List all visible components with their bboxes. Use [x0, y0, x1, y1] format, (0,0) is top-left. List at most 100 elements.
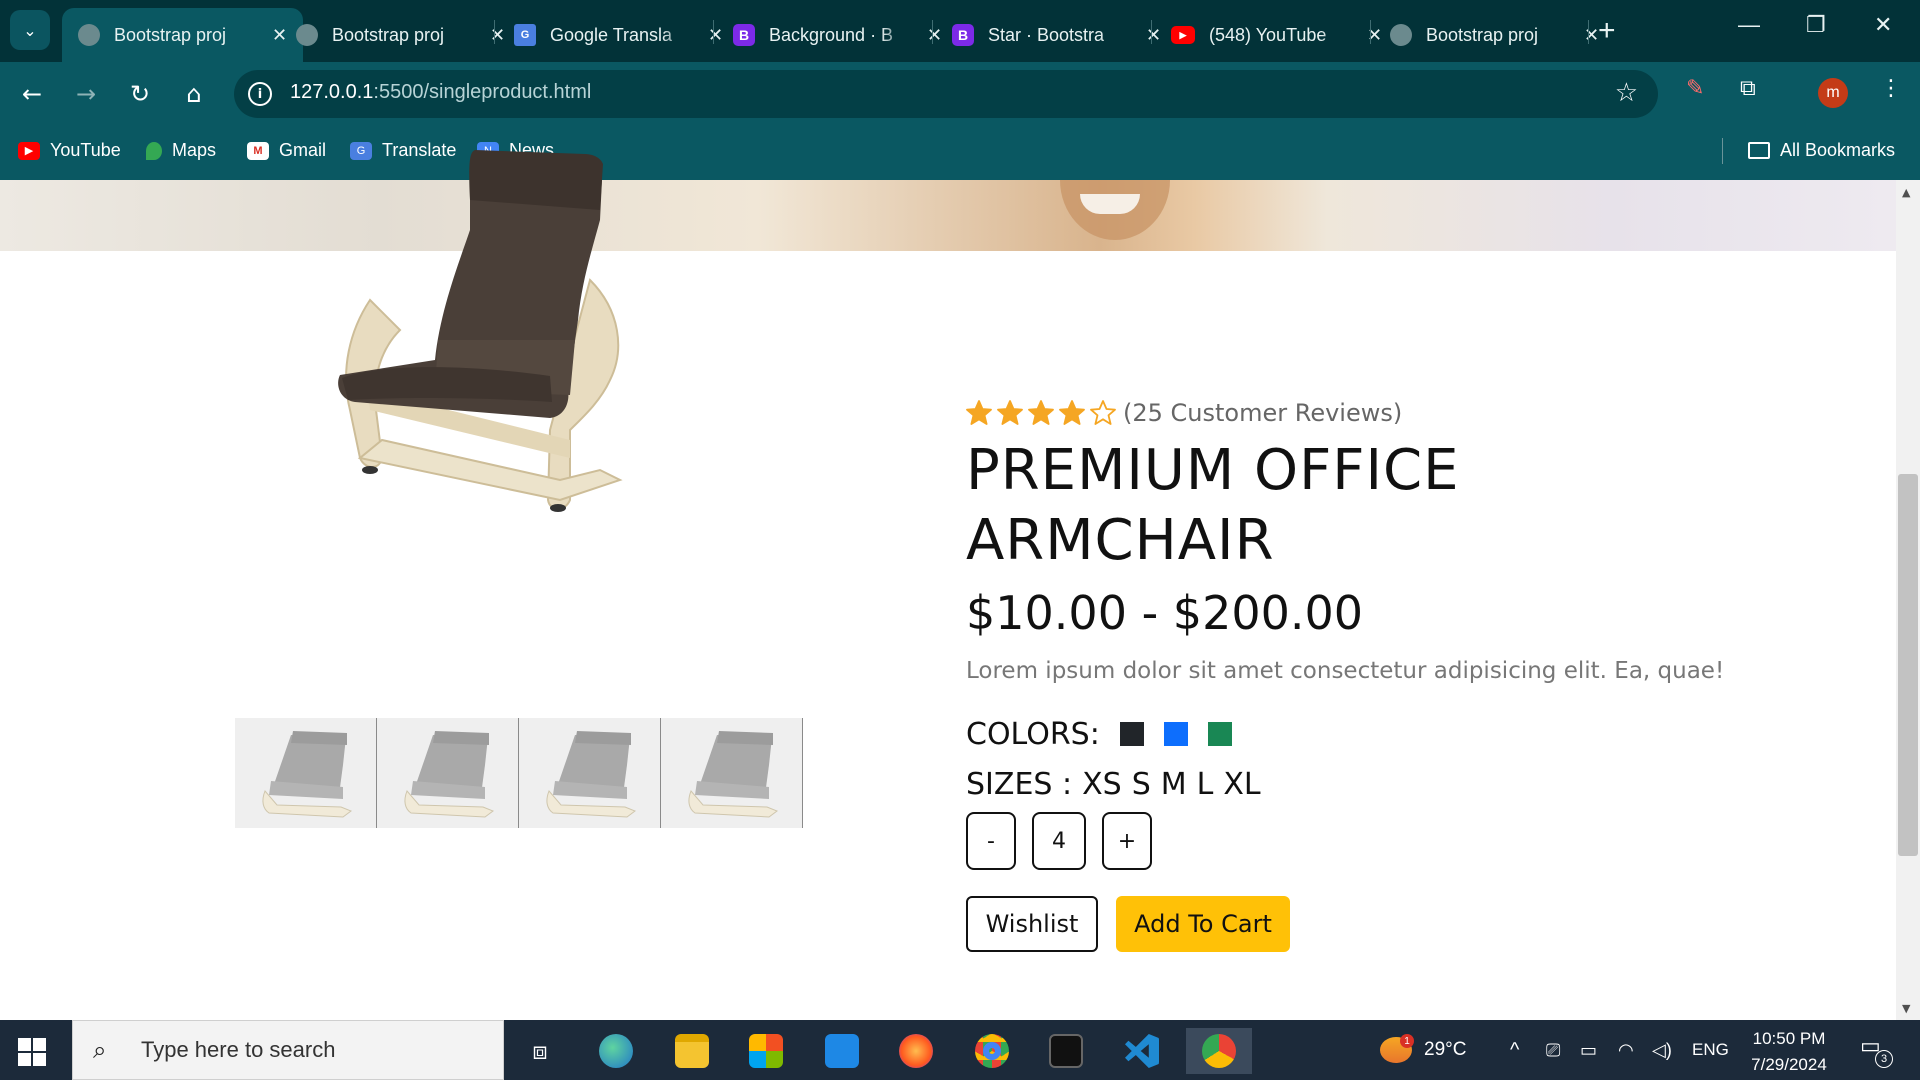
- extensions-icon[interactable]: ⧉: [1740, 76, 1756, 101]
- tab-title: (548) YouTube: [1209, 24, 1327, 45]
- url-text[interactable]: 127.0.0.1:5500/singleproduct.html: [290, 81, 591, 104]
- bootstrap-icon: B: [952, 24, 974, 46]
- site-info-icon[interactable]: i: [248, 82, 272, 106]
- scroll-down-arrow-icon[interactable]: ▼: [1902, 1002, 1910, 1015]
- tab-separator: [1370, 20, 1371, 44]
- quantity-input[interactable]: 4: [1032, 812, 1086, 870]
- taskbar-chrome-profile[interactable]: [1186, 1028, 1252, 1074]
- tab-6[interactable]: Bootstrap proj ✕: [1374, 8, 1615, 62]
- taskbar-store[interactable]: [736, 1028, 796, 1074]
- reload-button[interactable]: ↻: [122, 76, 158, 112]
- product-actions: Wishlist Add To Cart: [966, 896, 1290, 952]
- url-host: 127.0.0.1: [290, 81, 374, 103]
- taskbar-firefox[interactable]: [886, 1028, 946, 1074]
- size-option-m[interactable]: M: [1161, 767, 1187, 802]
- bookmark-gmail[interactable]: M Gmail: [247, 140, 326, 161]
- chair-thumbnail-icon: [545, 731, 636, 818]
- profile-avatar[interactable]: m: [1818, 78, 1848, 108]
- color-swatch-green[interactable]: [1207, 722, 1232, 746]
- weather-widget[interactable]: 29°C: [1380, 1020, 1466, 1080]
- tab-title: Bootstrap proj: [114, 24, 227, 45]
- edge-icon: [599, 1034, 633, 1068]
- product-thumbnail[interactable]: [519, 718, 661, 828]
- all-bookmarks-button[interactable]: All Bookmarks: [1748, 140, 1895, 161]
- taskbar-terminal[interactable]: [1036, 1028, 1096, 1074]
- page-viewport: [0, 180, 1896, 1020]
- product-thumbnails: [235, 718, 805, 828]
- firefox-icon: [899, 1034, 933, 1068]
- tab-title: Background · B: [769, 24, 894, 45]
- taskbar-mail[interactable]: [812, 1028, 872, 1074]
- tray-chevron-up-icon[interactable]: ^: [1510, 1020, 1519, 1080]
- bookmark-star-icon[interactable]: ☆: [1615, 78, 1638, 108]
- bookmark-youtube[interactable]: ▶ YouTube: [18, 140, 121, 161]
- windows-taskbar: ⌕ Type here to search ⧈ 29°C 1 ^ ⎚ ▭ ◠ ◁…: [0, 1020, 1920, 1080]
- back-button[interactable]: ←: [14, 76, 50, 112]
- chair-thumbnail-icon: [687, 731, 778, 818]
- product-rating: (25 Customer Reviews): [966, 398, 1402, 428]
- close-window-button[interactable]: ✕: [1874, 12, 1892, 38]
- home-button[interactable]: ⌂: [176, 76, 212, 112]
- tab-search-button[interactable]: ⌄: [10, 10, 50, 50]
- chrome-icon: [975, 1034, 1009, 1068]
- quantity-decrease-button[interactable]: -: [966, 812, 1016, 870]
- address-bar[interactable]: i 127.0.0.1:5500/singleproduct.html ☆: [234, 70, 1658, 118]
- product-thumbnail[interactable]: [377, 718, 519, 828]
- close-icon[interactable]: ✕: [1584, 25, 1599, 46]
- tab-0[interactable]: Bootstrap proj ✕: [62, 8, 304, 62]
- volume-icon[interactable]: ◁): [1652, 1020, 1672, 1080]
- sizes-label: SIZES :: [966, 766, 1073, 802]
- language-indicator[interactable]: ENG: [1692, 1020, 1729, 1080]
- google-translate-icon: G: [514, 24, 536, 46]
- system-clock[interactable]: 10:50 PM 7/29/2024: [1734, 1026, 1844, 1078]
- product-title: PREMIUM OFFICE ARMCHAIR: [966, 438, 1460, 573]
- youtube-icon: ▶: [18, 141, 40, 160]
- new-tab-button[interactable]: +: [1598, 14, 1616, 48]
- add-to-cart-button[interactable]: Add To Cart: [1116, 896, 1290, 952]
- tab-2[interactable]: G Google Transla ✕: [498, 8, 739, 62]
- taskbar-search-box[interactable]: ⌕ Type here to search: [72, 1020, 504, 1080]
- taskbar-file-explorer[interactable]: [662, 1028, 722, 1074]
- scroll-up-arrow-icon[interactable]: ▲: [1902, 186, 1910, 199]
- task-view-button[interactable]: ⧈: [510, 1028, 570, 1074]
- windows-start-icon[interactable]: [18, 1038, 46, 1066]
- tab-1[interactable]: Bootstrap proj ✕: [280, 8, 521, 62]
- color-swatch-blue[interactable]: [1163, 722, 1188, 746]
- size-options: SIZES : XS S M L XL: [966, 764, 1261, 804]
- pen-extension-icon[interactable]: ✎: [1686, 76, 1704, 101]
- tab-title: Bootstrap proj: [1426, 24, 1539, 45]
- reviews-count[interactable]: (25 Customer Reviews): [1123, 399, 1402, 427]
- weather-badge: 1: [1400, 1034, 1414, 1048]
- tab-5[interactable]: ▶ (548) YouTube ✕: [1155, 8, 1398, 62]
- tab-4[interactable]: B Star · Bootstra ✕: [936, 8, 1177, 62]
- size-option-xl[interactable]: XL: [1223, 767, 1260, 802]
- size-option-xs[interactable]: XS: [1082, 767, 1122, 802]
- taskbar-chrome[interactable]: [962, 1028, 1022, 1074]
- product-main-image: [320, 140, 720, 520]
- taskbar-edge[interactable]: [586, 1028, 646, 1074]
- restore-button[interactable]: ❐: [1806, 12, 1826, 38]
- meet-now-icon[interactable]: ⎚: [1546, 1020, 1560, 1080]
- store-icon: [749, 1034, 783, 1068]
- bookmark-maps[interactable]: Maps: [146, 140, 216, 161]
- forward-button[interactable]: →: [68, 76, 104, 112]
- color-swatch-dark[interactable]: [1119, 722, 1144, 746]
- size-option-l[interactable]: L: [1197, 767, 1214, 802]
- minimize-button[interactable]: —: [1738, 12, 1760, 38]
- tab-separator: [713, 20, 714, 44]
- product-thumbnail[interactable]: [235, 718, 377, 828]
- tab-3[interactable]: B Background · B ✕: [717, 8, 958, 62]
- size-option-s[interactable]: S: [1132, 767, 1151, 802]
- quantity-increase-button[interactable]: +: [1102, 812, 1152, 870]
- bookmarks-divider: [1722, 138, 1723, 164]
- folder-icon: [1748, 142, 1770, 159]
- wifi-icon[interactable]: ◠: [1618, 1020, 1634, 1080]
- battery-icon[interactable]: ▭: [1580, 1020, 1597, 1080]
- taskbar-vscode[interactable]: [1112, 1028, 1172, 1074]
- scrollbar-thumb[interactable]: [1898, 474, 1918, 856]
- menu-kebab-icon[interactable]: ⋮: [1880, 76, 1902, 101]
- chair-thumbnail-icon: [261, 731, 352, 818]
- product-thumbnail[interactable]: [661, 718, 803, 828]
- wishlist-button[interactable]: Wishlist: [966, 896, 1098, 952]
- bookmarks-bar: ▶ YouTube Maps M Gmail G Translate N New…: [0, 126, 1920, 180]
